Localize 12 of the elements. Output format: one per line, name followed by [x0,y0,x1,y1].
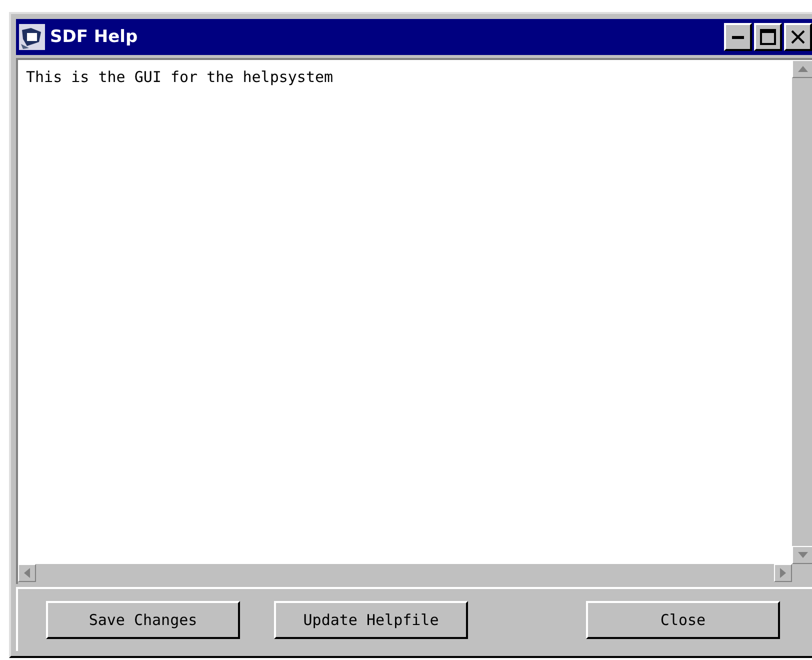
close-button[interactable] [784,23,812,51]
dialog-button[interactable]: Save Changes [46,601,240,639]
window-title: SDF Help [50,27,139,47]
help-text-area[interactable]: This is the GUI for the helpsystem [18,60,792,564]
maximize-button[interactable] [754,23,782,51]
app-icon [19,24,45,50]
minimize-icon [732,36,744,38]
dialog-button[interactable]: Update Helpfile [274,601,468,639]
maximize-icon [760,29,776,45]
dialog-button[interactable]: Close [586,601,780,639]
minimize-button[interactable] [724,23,752,51]
close-icon [791,30,805,44]
